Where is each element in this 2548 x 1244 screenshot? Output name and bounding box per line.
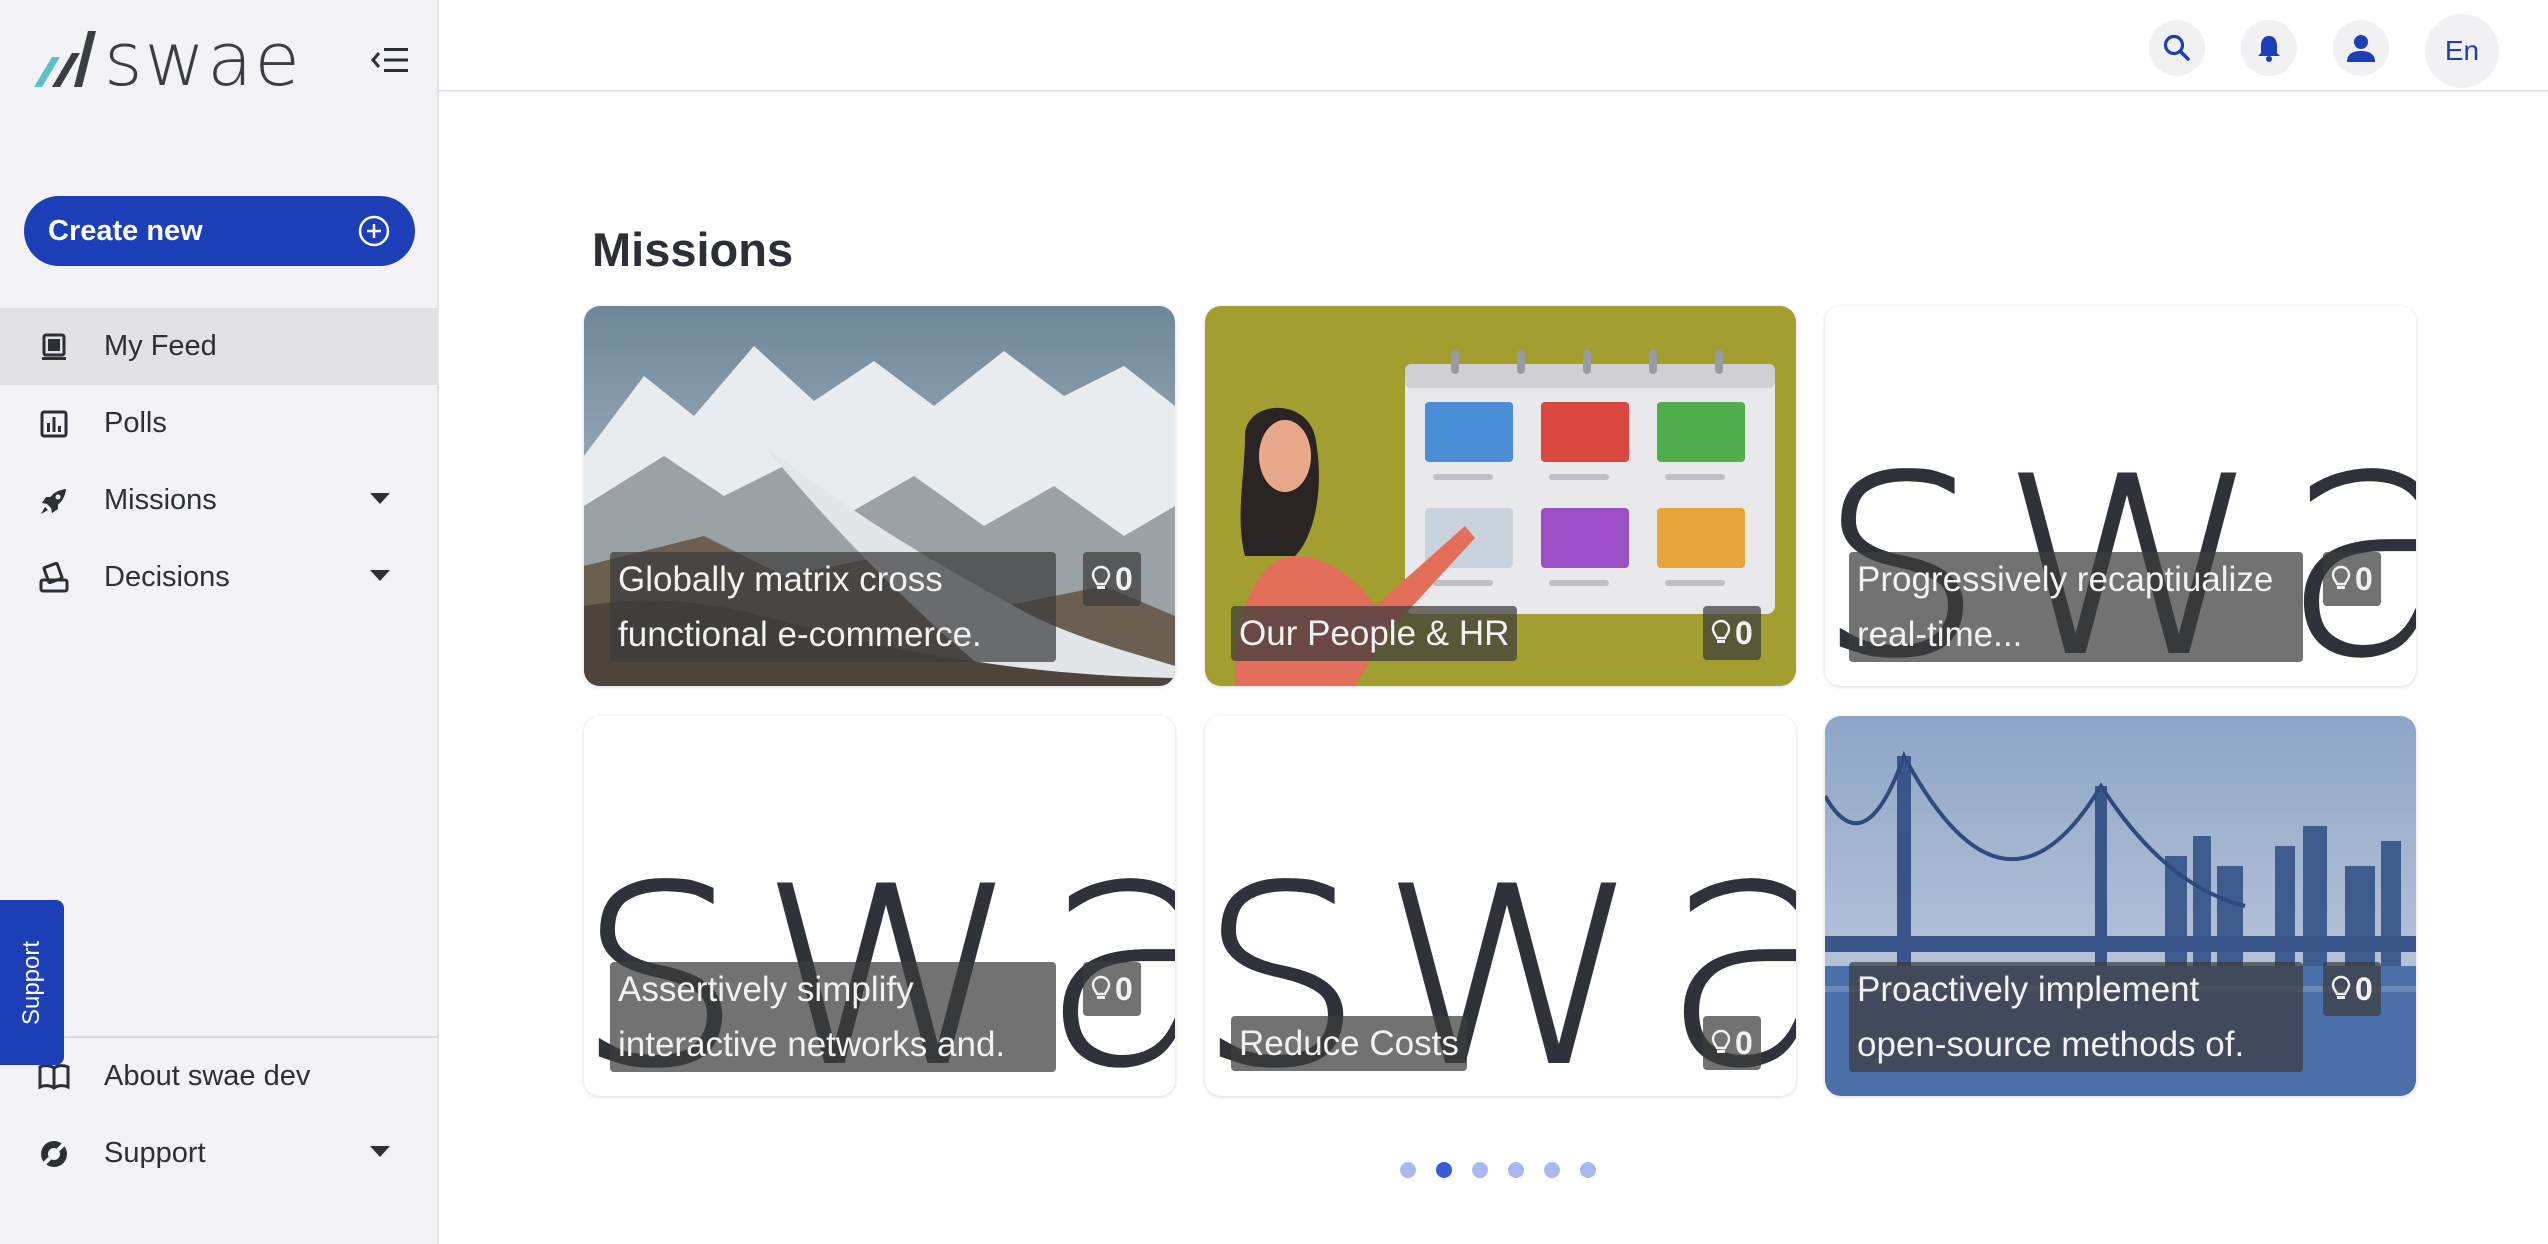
mission-card[interactable]: swae Progressively recaptiualize real-ti… xyxy=(1825,306,2416,686)
swae-logo[interactable]: swae xyxy=(30,17,302,103)
idea-count-value: 0 xyxy=(1735,614,1753,651)
support-lifebuoy-icon xyxy=(36,1136,72,1172)
sidebar-item-polls[interactable]: Polls xyxy=(0,385,437,462)
chevron-down-icon[interactable] xyxy=(370,493,390,504)
mission-card[interactable]: swae Reduce Costs 0 xyxy=(1205,716,1796,1096)
mission-card[interactable]: swae Assertively simplify interactive ne… xyxy=(584,716,1175,1096)
idea-count: 0 xyxy=(2323,962,2381,1016)
create-new-button[interactable]: Create new xyxy=(24,196,415,266)
lightbulb-icon xyxy=(1091,975,1111,999)
sidebar-nav: My Feed Polls Missions Decisions xyxy=(0,308,437,616)
bell-icon xyxy=(2258,36,2280,62)
sidebar-item-support[interactable]: Support xyxy=(0,1115,437,1192)
sidebar: swae Create new My Feed Polls Missions D… xyxy=(0,0,439,1244)
sidebar-item-label: About swae dev xyxy=(104,1060,311,1092)
lightbulb-icon xyxy=(1711,1029,1731,1053)
swae-logo-mark xyxy=(34,31,96,87)
logo-text: swae xyxy=(104,17,302,103)
idea-count: 0 xyxy=(2323,552,2381,606)
lightbulb-icon xyxy=(2331,975,2351,999)
top-bar: En xyxy=(439,0,2548,92)
sidebar-item-label: Polls xyxy=(104,407,167,439)
language-selector[interactable]: En xyxy=(2425,14,2499,88)
mission-card[interactable]: Our People & HR 0 xyxy=(1205,306,1796,686)
card-caption: Reduce Costs xyxy=(1231,1016,1467,1071)
page-title: Missions xyxy=(592,223,794,276)
idea-count-value: 0 xyxy=(1115,970,1133,1007)
card-caption: Assertively simplify interactive network… xyxy=(610,962,1056,1072)
chevron-down-icon[interactable] xyxy=(370,1146,390,1157)
carousel-dot[interactable] xyxy=(1544,1162,1560,1178)
carousel-dot[interactable] xyxy=(1580,1162,1596,1178)
lightbulb-icon xyxy=(2331,565,2351,589)
add-circle-icon xyxy=(358,215,390,247)
bar-chart-icon xyxy=(36,406,72,442)
rocket-icon xyxy=(36,483,72,519)
search-icon xyxy=(2163,34,2190,61)
idea-count-value: 0 xyxy=(1115,560,1133,597)
collapse-sidebar-button[interactable] xyxy=(366,40,414,80)
idea-count-value: 0 xyxy=(1735,1024,1753,1061)
carousel-dot[interactable] xyxy=(1508,1162,1524,1178)
idea-count: 0 xyxy=(1703,606,1761,660)
carousel-dot[interactable] xyxy=(1400,1162,1416,1178)
feed-icon xyxy=(36,329,72,365)
lightbulb-icon xyxy=(1091,565,1111,589)
sidebar-item-label: Support xyxy=(104,1137,206,1169)
sidebar-item-missions[interactable]: Missions xyxy=(0,462,437,539)
idea-count: 0 xyxy=(1083,962,1141,1016)
card-caption: Our People & HR xyxy=(1231,606,1518,661)
chevron-down-icon[interactable] xyxy=(370,570,390,581)
sidebar-item-label: Decisions xyxy=(104,561,230,593)
search-button[interactable] xyxy=(2149,20,2205,76)
sidebar-item-label: Missions xyxy=(104,484,217,516)
notifications-button[interactable] xyxy=(2241,20,2297,76)
carousel-dot[interactable] xyxy=(1472,1162,1488,1178)
card-caption: Proactively implement open-source method… xyxy=(1849,962,2303,1072)
carousel-pagination xyxy=(1400,1162,1596,1178)
idea-count-value: 0 xyxy=(2355,560,2373,597)
card-caption: Progressively recaptiualize real-time... xyxy=(1849,552,2303,662)
ballot-icon xyxy=(36,560,72,596)
sidebar-item-about[interactable]: About swae dev xyxy=(0,1038,437,1115)
mission-card[interactable]: Proactively implement open-source method… xyxy=(1825,716,2416,1096)
idea-count: 0 xyxy=(1703,1016,1761,1070)
lightbulb-icon xyxy=(1711,619,1731,643)
sidebar-item-decisions[interactable]: Decisions xyxy=(0,539,437,616)
profile-button[interactable] xyxy=(2333,20,2389,76)
card-caption: Globally matrix cross functional e-comme… xyxy=(610,552,1056,662)
sidebar-item-label: My Feed xyxy=(104,330,217,362)
idea-count-value: 0 xyxy=(2355,970,2373,1007)
mission-card[interactable]: Globally matrix cross functional e-comme… xyxy=(584,306,1175,686)
user-icon xyxy=(2347,35,2375,62)
carousel-dot-active[interactable] xyxy=(1436,1162,1452,1178)
sidebar-bottom-nav: About swae dev Support xyxy=(0,1038,437,1192)
support-floating-tab[interactable]: Support xyxy=(0,900,64,1065)
create-new-label: Create new xyxy=(48,214,203,247)
menu-collapse-icon xyxy=(371,48,408,72)
support-tab-label: Support xyxy=(18,940,45,1025)
idea-count: 0 xyxy=(1083,552,1141,606)
sidebar-item-my-feed[interactable]: My Feed xyxy=(0,308,437,385)
